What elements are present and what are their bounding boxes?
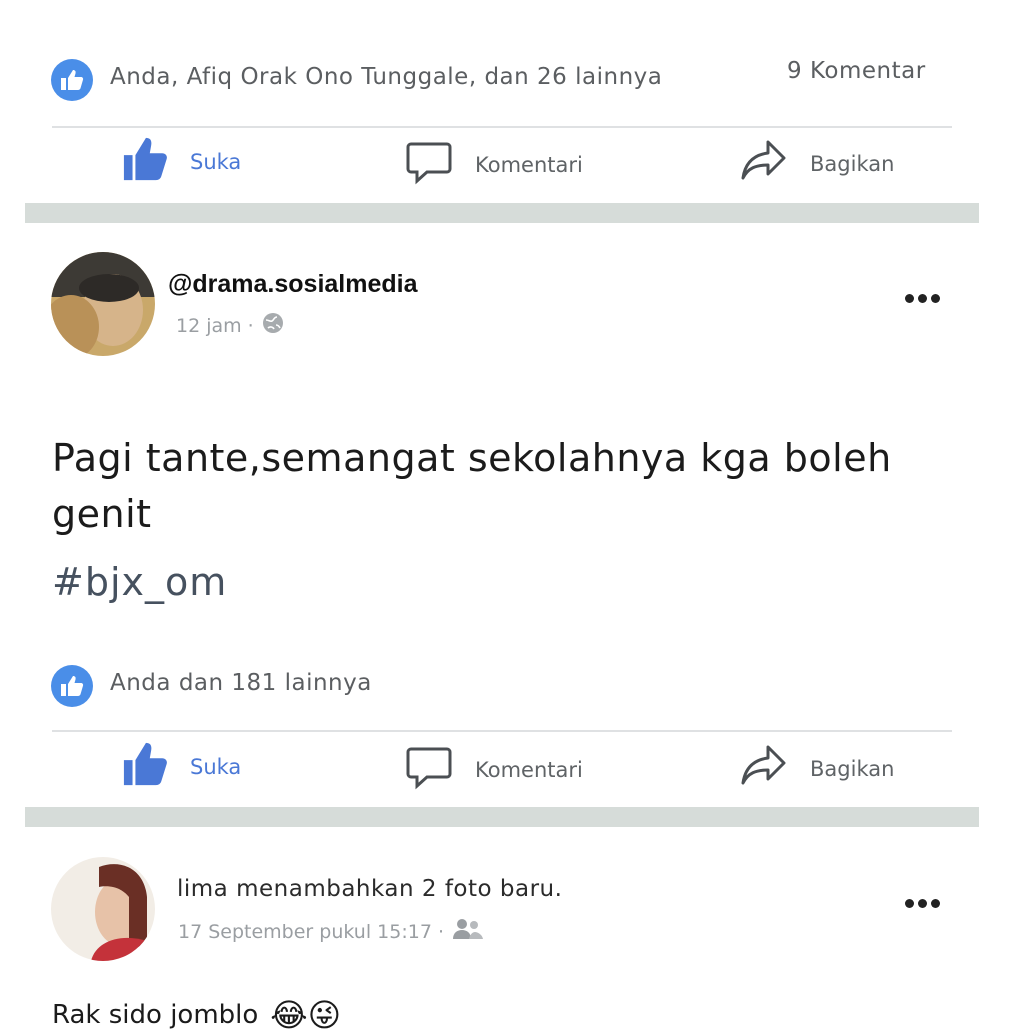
emoji: 😂😜	[270, 996, 342, 1034]
like-button[interactable]: Suka	[122, 136, 241, 187]
like-reaction-icon	[51, 59, 93, 101]
globe-icon	[262, 312, 284, 339]
comment-icon	[405, 138, 453, 191]
like-reaction-icon	[51, 665, 93, 707]
post-time[interactable]: 17 September pukul 15:17 ·	[178, 921, 444, 943]
comment-button[interactable]: Komentari	[405, 743, 583, 796]
avatar[interactable]	[51, 252, 155, 356]
like-button[interactable]: Suka	[122, 741, 241, 792]
comment-label: Komentari	[475, 757, 583, 782]
reaction-summary[interactable]: Anda dan 181 lainnya	[110, 670, 372, 696]
comment-label: Komentari	[475, 152, 583, 177]
feed-separator	[25, 203, 979, 223]
share-label: Bagikan	[810, 756, 895, 781]
more-options-button[interactable]	[905, 899, 940, 908]
post-meta: 17 September pukul 15:17 ·	[178, 918, 484, 945]
like-label: Suka	[190, 149, 242, 174]
hashtag-link[interactable]: #bjx_om	[52, 560, 227, 604]
post-text: Rak sido jomblo 😂😜	[52, 996, 341, 1034]
reaction-summary[interactable]: Anda, Afiq Orak Ono Tunggale, dan 26 lai…	[110, 64, 662, 90]
cropped-emoji-row	[470, 0, 830, 6]
share-label: Bagikan	[810, 151, 895, 176]
divider	[52, 730, 952, 732]
post-meta: 12 jam ·	[176, 312, 284, 339]
avatar[interactable]	[51, 857, 155, 961]
friends-icon	[452, 918, 484, 945]
thumbs-up-icon	[122, 136, 168, 187]
post-text: Pagi tante,semangat sekolahnya kga boleh…	[52, 436, 892, 536]
feed-separator	[25, 807, 979, 827]
comment-button[interactable]: Komentari	[405, 138, 583, 191]
post-text-content: Rak sido jomblo	[52, 1000, 259, 1030]
post-time[interactable]: 12 jam ·	[176, 315, 254, 337]
share-button[interactable]: Bagikan	[740, 138, 894, 189]
post-author[interactable]: @drama.sosialmedia	[168, 270, 418, 299]
divider	[52, 126, 952, 128]
share-button[interactable]: Bagikan	[740, 743, 894, 794]
thumbs-up-icon	[122, 741, 168, 792]
comment-count[interactable]: 9 Komentar	[787, 58, 926, 84]
post-headline[interactable]: lima menambahkan 2 foto baru.	[177, 876, 562, 902]
comment-icon	[405, 743, 453, 796]
share-icon	[740, 138, 788, 189]
more-options-button[interactable]	[905, 294, 940, 303]
share-icon	[740, 743, 788, 794]
like-label: Suka	[190, 754, 242, 779]
